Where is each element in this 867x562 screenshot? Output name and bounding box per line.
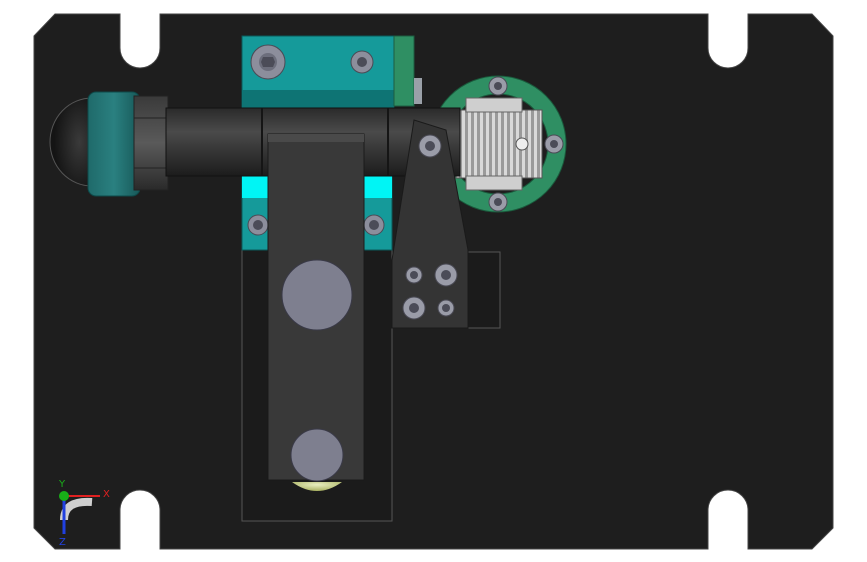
lead-screw-thread bbox=[455, 97, 543, 191]
cad-viewport[interactable]: X Y Z bbox=[0, 0, 867, 562]
y-axis-label: Y bbox=[58, 479, 66, 490]
swing-arm bbox=[267, 133, 365, 491]
lower-boss bbox=[290, 428, 344, 482]
handwheel bbox=[87, 91, 141, 197]
x-axis-label: X bbox=[103, 489, 110, 500]
hex-nut bbox=[133, 95, 169, 191]
top-bearing-block bbox=[241, 35, 422, 111]
cad-drawing[interactable]: X Y Z bbox=[0, 0, 867, 562]
z-axis-label: Z bbox=[59, 537, 66, 548]
pivot-boss bbox=[281, 259, 353, 331]
